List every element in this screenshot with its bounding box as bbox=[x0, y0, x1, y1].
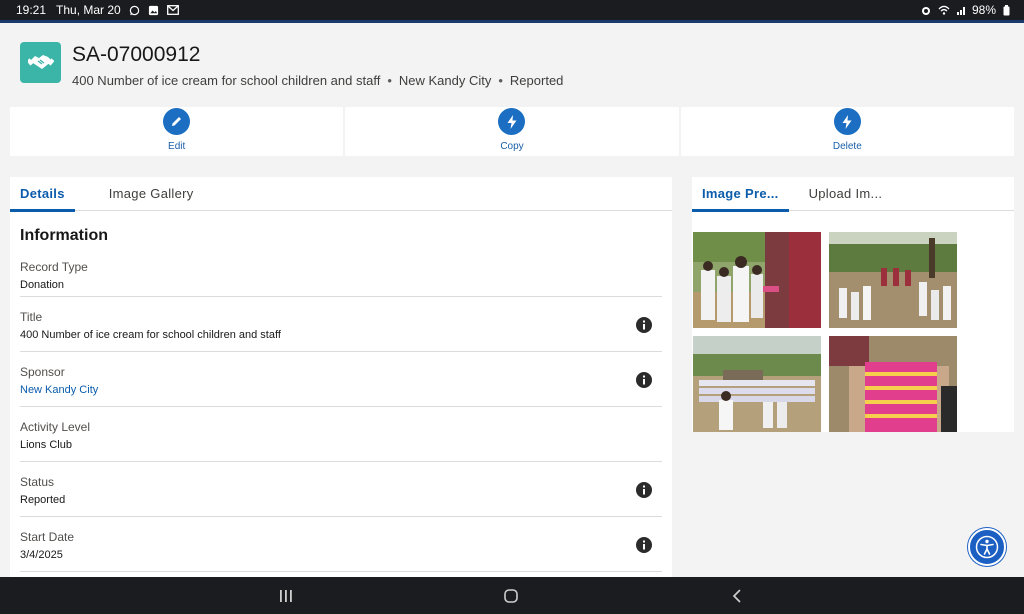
back-button[interactable] bbox=[717, 577, 757, 614]
record-title: SA-07000912 bbox=[72, 43, 201, 66]
action-bar: Edit Copy Delete bbox=[10, 107, 1014, 156]
record-header: SA-07000912 400 Number of ice cream for … bbox=[20, 42, 563, 88]
navigation-bar bbox=[0, 577, 1024, 614]
field-label: Status bbox=[20, 475, 55, 489]
image-tabs: Image Pre... Upload Im... bbox=[692, 177, 1014, 212]
gmail-icon bbox=[166, 5, 179, 15]
field-value: 400 Number of ice cream for school child… bbox=[20, 329, 281, 341]
field-value: Lions Club bbox=[20, 439, 72, 451]
field-label: Title bbox=[20, 310, 43, 324]
info-icon[interactable] bbox=[636, 372, 652, 388]
info-icon[interactable] bbox=[636, 537, 652, 553]
tab-image-gallery[interactable]: Image Gallery bbox=[99, 177, 204, 211]
handshake-icon bbox=[20, 42, 61, 83]
field-label: Start Date bbox=[20, 530, 75, 544]
details-card: Details Image Gallery Information Record… bbox=[10, 177, 672, 577]
subtitle-description: 400 Number of ice cream for school child… bbox=[72, 73, 381, 88]
info-icon[interactable] bbox=[636, 482, 652, 498]
field-sponsor: Sponsor New Kandy City bbox=[20, 352, 662, 407]
field-value: 3/4/2025 bbox=[20, 549, 63, 561]
status-date: Thu, Mar 20 bbox=[56, 3, 121, 17]
field-status: Status Reported bbox=[20, 462, 662, 517]
sponsor-link[interactable]: New Kandy City bbox=[20, 384, 662, 396]
field-list: Record Type Donation Title 400 Number of… bbox=[10, 245, 672, 572]
recent-apps-button[interactable] bbox=[266, 577, 306, 614]
lightning-icon bbox=[498, 108, 526, 135]
field-activity-level: Activity Level Lions Club bbox=[20, 407, 662, 462]
copy-label: Copy bbox=[500, 141, 524, 152]
tab-upload-image[interactable]: Upload Im... bbox=[799, 177, 893, 211]
wifi-icon bbox=[938, 5, 950, 15]
separator-dot: • bbox=[498, 73, 503, 88]
accessibility-icon bbox=[975, 535, 999, 559]
status-time: 19:21 bbox=[16, 3, 47, 17]
field-value: Reported bbox=[20, 494, 66, 506]
lightning-icon bbox=[833, 108, 861, 135]
header-accent-line bbox=[0, 20, 1024, 23]
field-label: Activity Level bbox=[20, 420, 91, 434]
field-label: Record Type bbox=[20, 260, 88, 274]
pencil-icon bbox=[163, 108, 191, 135]
subtitle-status: Reported bbox=[509, 73, 564, 88]
field-record-type: Record Type Donation bbox=[20, 245, 662, 297]
photo-children-lined-up-field[interactable] bbox=[829, 232, 957, 328]
signal-icon bbox=[956, 5, 967, 15]
photo-school-assembly-ground[interactable] bbox=[693, 336, 821, 432]
delete-button[interactable]: Delete bbox=[680, 107, 1014, 156]
field-value: Donation bbox=[20, 279, 65, 291]
recent-apps-icon bbox=[280, 589, 292, 602]
field-start-date: Start Date 3/4/2025 bbox=[20, 517, 662, 572]
accessibility-button[interactable] bbox=[968, 528, 1006, 566]
field-label: Sponsor bbox=[20, 365, 65, 379]
whatsapp-icon bbox=[129, 5, 140, 16]
tab-details[interactable]: Details bbox=[10, 177, 75, 212]
tab-image-preview[interactable]: Image Pre... bbox=[692, 177, 789, 212]
home-icon bbox=[504, 588, 518, 603]
back-icon bbox=[732, 589, 741, 602]
record-subtitle: 400 Number of ice cream for school child… bbox=[72, 73, 563, 88]
section-title-information: Information bbox=[20, 227, 108, 244]
edit-button[interactable]: Edit bbox=[10, 107, 344, 156]
edit-label: Edit bbox=[168, 141, 186, 152]
field-title: Title 400 Number of ice cream for school… bbox=[20, 297, 662, 352]
info-icon[interactable] bbox=[636, 317, 652, 333]
gallery-icon bbox=[148, 5, 159, 16]
photo-children-receiving-ice-cream[interactable] bbox=[693, 232, 821, 328]
home-button[interactable] bbox=[491, 577, 531, 614]
details-tabs: Details Image Gallery bbox=[10, 177, 672, 212]
copy-button[interactable]: Copy bbox=[345, 107, 679, 156]
battery-percent: 98% bbox=[971, 3, 996, 17]
image-card: Image Pre... Upload Im... bbox=[692, 177, 1014, 432]
subtitle-sponsor: New Kandy City bbox=[398, 73, 492, 88]
photo-ice-cream-boxes[interactable] bbox=[829, 336, 957, 432]
alarm-icon bbox=[921, 5, 931, 16]
battery-icon bbox=[1003, 4, 1010, 16]
status-bar: 19:21 Thu, Mar 20 98% bbox=[0, 0, 1024, 20]
delete-label: Delete bbox=[832, 141, 862, 152]
separator-dot: • bbox=[387, 73, 392, 88]
image-gallery-grid bbox=[693, 232, 958, 432]
